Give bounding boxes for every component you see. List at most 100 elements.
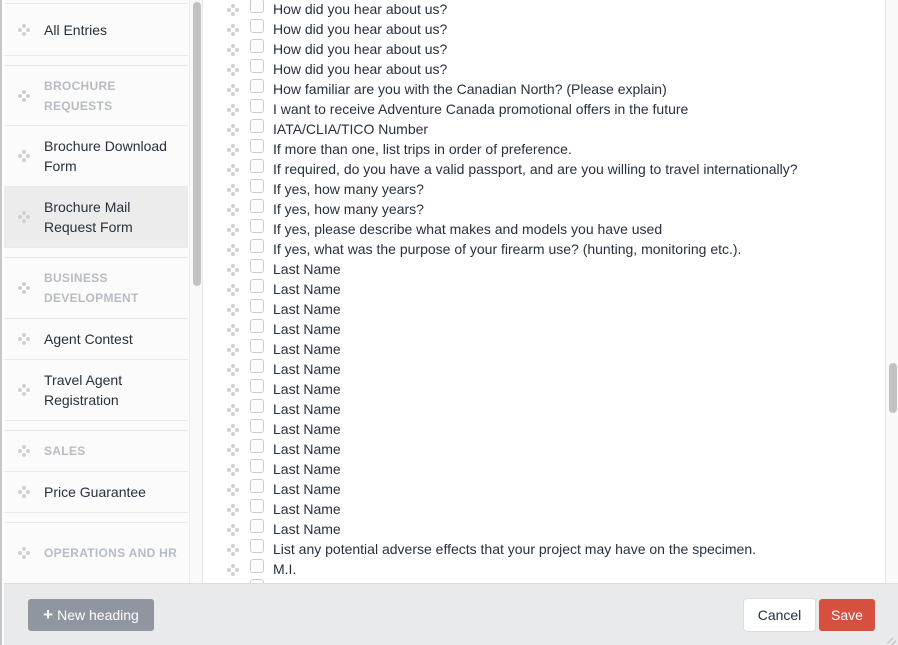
field-checkbox[interactable] [250, 499, 264, 513]
drag-handle-icon[interactable] [227, 504, 239, 516]
sidebar-heading-sales[interactable]: SALES [4, 431, 188, 472]
field-row[interactable]: If more than one, list trips in order of… [227, 139, 572, 159]
drag-handle-icon[interactable] [227, 444, 239, 456]
drag-handle-icon[interactable] [227, 344, 239, 356]
field-row[interactable]: How did you hear about us? [227, 59, 447, 79]
drag-handle-icon[interactable] [18, 333, 30, 345]
sidebar-item-all-entries[interactable]: All Entries [4, 4, 188, 56]
field-checkbox[interactable] [250, 419, 264, 433]
field-checkbox[interactable] [250, 219, 264, 233]
drag-handle-icon[interactable] [227, 84, 239, 96]
drag-handle-icon[interactable] [227, 104, 239, 116]
field-row[interactable]: Last Name [227, 279, 341, 299]
sidebar-heading-operations-and-hr[interactable]: OPERATIONS AND HR [4, 523, 188, 583]
field-row[interactable]: I want to receive Adventure Canada promo… [227, 99, 688, 119]
drag-handle-icon[interactable] [227, 124, 239, 136]
drag-handle-icon[interactable] [227, 404, 239, 416]
sidebar-item-brochure-mail-request-form[interactable]: Brochure Mail Request Form [4, 187, 188, 248]
drag-handle-icon[interactable] [227, 224, 239, 236]
field-checkbox[interactable] [250, 59, 264, 73]
field-row[interactable]: How did you hear about us? [227, 0, 447, 19]
drag-handle-icon[interactable] [227, 184, 239, 196]
field-row[interactable]: If yes, please describe what makes and m… [227, 219, 662, 239]
field-row[interactable]: How did you hear about us? [227, 39, 447, 59]
field-row[interactable]: Last Name [227, 499, 341, 519]
drag-handle-icon[interactable] [227, 164, 239, 176]
drag-handle-icon[interactable] [227, 384, 239, 396]
drag-handle-icon[interactable] [18, 282, 30, 294]
drag-handle-icon[interactable] [227, 204, 239, 216]
resize-handle-icon[interactable] [884, 629, 897, 645]
field-row[interactable]: Last Name [227, 459, 341, 479]
field-checkbox[interactable] [250, 99, 264, 113]
save-button[interactable]: Save [819, 599, 875, 631]
field-checkbox[interactable] [250, 379, 264, 393]
drag-handle-icon[interactable] [227, 544, 239, 556]
sidebar-heading-brochure-requests[interactable]: BROCHURE REQUESTS [4, 66, 188, 126]
sidebar-scrollbar[interactable] [189, 0, 203, 583]
sidebar-heading-business-development[interactable]: BUSINESS DEVELOPMENT [4, 258, 188, 319]
drag-handle-icon[interactable] [227, 304, 239, 316]
drag-handle-icon[interactable] [227, 564, 239, 576]
field-checkbox[interactable] [250, 259, 264, 273]
drag-handle-icon[interactable] [227, 24, 239, 36]
field-list-scrollbar[interactable] [885, 0, 898, 583]
field-row[interactable]: Last Name [227, 439, 341, 459]
drag-handle-icon[interactable] [227, 284, 239, 296]
sidebar-item-agent-contest[interactable]: Agent Contest [4, 319, 188, 360]
field-row[interactable]: Last Name [227, 259, 341, 279]
field-checkbox[interactable] [250, 159, 264, 173]
field-row[interactable]: How familiar are you with the Canadian N… [227, 79, 667, 99]
field-row[interactable]: Last Name [227, 339, 341, 359]
field-checkbox[interactable] [250, 79, 264, 93]
cancel-button[interactable]: Cancel [744, 599, 815, 631]
field-row[interactable]: Last Name [227, 399, 341, 419]
drag-handle-icon[interactable] [18, 384, 30, 396]
drag-handle-icon[interactable] [227, 264, 239, 276]
drag-handle-icon[interactable] [227, 44, 239, 56]
field-row[interactable]: List any potential adverse effects that … [227, 539, 756, 559]
sidebar-item-price-guarantee[interactable]: Price Guarantee [4, 472, 188, 513]
field-checkbox[interactable] [250, 39, 264, 53]
field-row[interactable]: Last Name [227, 519, 341, 539]
field-row[interactable]: If required, do you have a valid passpor… [227, 159, 798, 179]
field-checkbox[interactable] [250, 399, 264, 413]
field-row[interactable]: If yes, how many years? [227, 179, 424, 199]
drag-handle-icon[interactable] [227, 144, 239, 156]
field-row[interactable]: Last Name [227, 419, 341, 439]
field-row[interactable]: How did you hear about us? [227, 19, 447, 39]
drag-handle-icon[interactable] [18, 150, 30, 162]
drag-handle-icon[interactable] [227, 324, 239, 336]
drag-handle-icon[interactable] [227, 364, 239, 376]
field-checkbox[interactable] [250, 299, 264, 313]
field-checkbox[interactable] [250, 539, 264, 553]
field-checkbox[interactable] [250, 559, 264, 573]
field-checkbox[interactable] [250, 19, 264, 33]
field-checkbox[interactable] [250, 359, 264, 373]
field-row[interactable]: Last Name [227, 319, 341, 339]
field-checkbox[interactable] [250, 179, 264, 193]
drag-handle-icon[interactable] [227, 4, 239, 16]
drag-handle-icon[interactable] [18, 23, 30, 36]
drag-handle-icon[interactable] [227, 424, 239, 436]
drag-handle-icon[interactable] [18, 547, 30, 559]
field-row[interactable]: If yes, what was the purpose of your fir… [227, 239, 741, 259]
field-row[interactable]: Last Name [227, 299, 341, 319]
drag-handle-icon[interactable] [227, 484, 239, 496]
field-checkbox[interactable] [250, 339, 264, 353]
drag-handle-icon[interactable] [227, 464, 239, 476]
drag-handle-icon[interactable] [18, 211, 30, 223]
field-row[interactable]: Last Name [227, 359, 341, 379]
field-checkbox[interactable] [250, 479, 264, 493]
field-checkbox[interactable] [250, 139, 264, 153]
field-checkbox[interactable] [250, 459, 264, 473]
field-checkbox[interactable] [250, 239, 264, 253]
field-row[interactable]: M.I. [227, 559, 296, 579]
field-row[interactable]: Last Name [227, 479, 341, 499]
field-checkbox[interactable] [250, 439, 264, 453]
field-row[interactable]: Last Name [227, 379, 341, 399]
field-checkbox[interactable] [250, 279, 264, 293]
field-checkbox[interactable] [250, 0, 264, 13]
drag-handle-icon[interactable] [227, 524, 239, 536]
sidebar-item-brochure-download-form[interactable]: Brochure Download Form [4, 126, 188, 187]
